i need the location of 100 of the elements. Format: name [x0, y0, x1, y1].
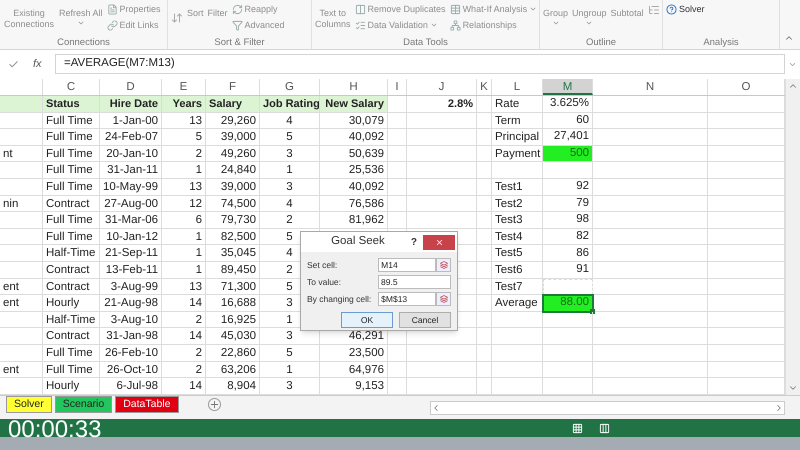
- table-cell: 45,030: [206, 328, 260, 345]
- table-cell: 64,976: [320, 362, 388, 378]
- table-cell: Test1: [492, 178, 543, 196]
- column-header[interactable]: J: [407, 79, 477, 95]
- table-cell: [492, 312, 543, 328]
- column-header[interactable]: C: [43, 79, 100, 95]
- normal-view-icon[interactable]: [572, 422, 583, 434]
- table-cell: Full Time: [43, 344, 100, 362]
- fill-handle[interactable]: [590, 308, 595, 314]
- range-picker-button[interactable]: [436, 258, 451, 272]
- table-cell: 25,536: [320, 162, 388, 179]
- table-cell: Term: [492, 112, 543, 130]
- table-cell: 3: [260, 146, 320, 162]
- table-cell: [477, 212, 492, 229]
- table-cell: Full Time: [43, 228, 100, 246]
- video-time: 00:00:33: [8, 416, 102, 444]
- table-cell: [477, 228, 492, 246]
- table-cell: 10-Jan-12: [100, 228, 162, 246]
- add-sheet-icon[interactable]: [208, 398, 220, 411]
- table-cell: [492, 162, 543, 179]
- column-header[interactable]: G: [260, 79, 320, 95]
- table-cell: [388, 178, 407, 196]
- ribbon-icon: [354, 20, 366, 30]
- table-cell: nt: [0, 146, 43, 162]
- enter-icon[interactable]: [8, 58, 19, 70]
- column-header[interactable]: D: [100, 79, 162, 95]
- formula-field[interactable]: =AVERAGE(M7:M13): [55, 54, 785, 74]
- table-cell: 31-Jan-11: [100, 162, 162, 179]
- table-cell: 50,639: [320, 146, 388, 162]
- dialog-button[interactable]: OK: [341, 312, 393, 328]
- table-cell: [477, 278, 492, 296]
- help-button[interactable]: ?: [404, 234, 423, 250]
- ribbon-icon: [450, 20, 461, 30]
- table-cell: Contract: [43, 328, 100, 345]
- table-cell: 29,260: [206, 112, 260, 130]
- table-cell: [0, 212, 43, 229]
- table-cell: [407, 362, 477, 378]
- input-field[interactable]: M14: [378, 258, 436, 272]
- table-cell: Full Time: [43, 212, 100, 229]
- column-header[interactable]: I: [388, 79, 407, 95]
- table-cell: [407, 344, 477, 362]
- table-cell: 1: [260, 362, 320, 378]
- range-picker-button[interactable]: [436, 292, 451, 306]
- column-header[interactable]: H: [320, 79, 388, 95]
- table-cell: 26-Feb-10: [100, 344, 162, 362]
- table-cell: [477, 344, 492, 362]
- column-header[interactable]: F: [206, 79, 260, 95]
- table-cell: 23,500: [320, 344, 388, 362]
- table-cell: 39,000: [206, 178, 260, 196]
- table-cell: Hourly: [43, 295, 100, 312]
- header-cell: Salary: [206, 96, 260, 113]
- table-cell: 26-Oct-10: [100, 362, 162, 378]
- table-cell: 21-Aug-98: [100, 295, 162, 312]
- group-label: Connections: [57, 36, 110, 49]
- horizontal-scrollbar[interactable]: [430, 400, 785, 414]
- column-header[interactable]: N: [593, 79, 708, 95]
- table-cell: [492, 344, 543, 362]
- caret-icon: [552, 19, 560, 27]
- insert-function-button[interactable]: fx: [33, 56, 42, 72]
- table-cell: [388, 146, 407, 162]
- table-cell: 500: [543, 146, 593, 162]
- table-cell: 2: [162, 362, 206, 378]
- page-layout-icon[interactable]: [599, 422, 610, 434]
- sheet-tab[interactable]: DataTable: [115, 396, 178, 413]
- table-cell: 13-Feb-11: [100, 262, 162, 279]
- table-cell: [477, 112, 492, 130]
- close-icon: [434, 238, 444, 246]
- table-cell: [0, 328, 43, 345]
- table-cell: [0, 262, 43, 279]
- table-cell: Test2: [492, 196, 543, 212]
- ribbon-icon: [354, 4, 366, 14]
- table-cell: 40,092: [320, 178, 388, 196]
- input-field[interactable]: $M$13: [378, 292, 436, 306]
- sheet-tab[interactable]: Scenario: [54, 396, 112, 413]
- table-cell: [492, 328, 543, 345]
- dialog-button[interactable]: Cancel: [399, 312, 451, 328]
- table-cell: Test5: [492, 245, 543, 262]
- table-cell: [0, 228, 43, 246]
- table-cell: 91: [543, 262, 593, 279]
- column-header[interactable]: E: [162, 79, 206, 95]
- table-cell: 1: [260, 162, 320, 179]
- table-cell: Contract: [43, 196, 100, 212]
- header-cell: New Salary: [320, 96, 388, 113]
- sheet-tab[interactable]: Solver: [6, 396, 52, 413]
- ribbon-button[interactable]: Solver: [666, 2, 705, 16]
- table-cell: Full Time: [43, 162, 100, 179]
- table-cell: 3-Aug-99: [100, 278, 162, 296]
- table-cell: [388, 212, 407, 229]
- table-cell: [388, 162, 407, 179]
- vertical-scrollbar[interactable]: [785, 79, 800, 395]
- column-header[interactable]: M: [543, 79, 593, 95]
- close-button[interactable]: [423, 234, 455, 250]
- table-cell: 74,500: [206, 196, 260, 212]
- input-field[interactable]: 89.5: [378, 275, 451, 289]
- table-cell: ent: [0, 362, 43, 378]
- column-header[interactable]: K: [477, 79, 492, 95]
- table-cell: 82,500: [206, 228, 260, 246]
- caret-icon: [585, 19, 594, 27]
- table-cell: [0, 96, 43, 113]
- table-cell: 4: [260, 196, 320, 212]
